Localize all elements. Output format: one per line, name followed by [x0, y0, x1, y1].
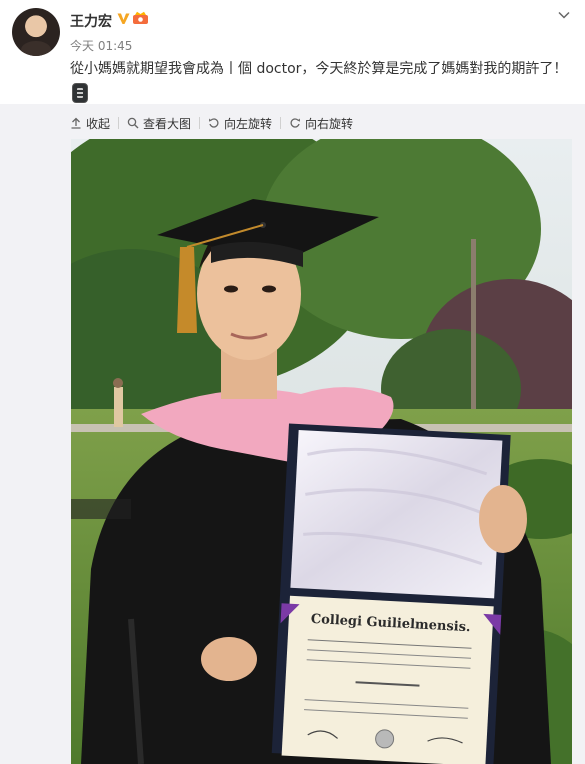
- graduation-photo: Collegi Guilielmensis.: [71, 139, 572, 764]
- toolbar-divider: [118, 117, 120, 129]
- toolbar-divider: [199, 117, 201, 129]
- post-text: 從小媽媽就期望我會成為丨個 doctor，今天終於算是完成了媽媽對我的期許了！: [70, 61, 568, 77]
- rotate-left-label: 向左旋转: [224, 116, 273, 131]
- media-toolbar: 收起 查看大图 向左旋转 向右旋转: [70, 113, 353, 133]
- username-link[interactable]: 王力宏: [70, 11, 112, 31]
- rotate-left-icon: [209, 118, 219, 128]
- view-large-button[interactable]: 查看大图: [127, 115, 191, 132]
- weibo-post: 王力宏 今天 01:45 從小媽媽就期望我會成為丨個 doctor，今天終於算是…: [0, 0, 585, 764]
- post-photo[interactable]: Collegi Guilielmensis.: [71, 139, 572, 764]
- rotate-right-icon: [290, 118, 301, 128]
- rotate-right-button[interactable]: 向右旋转: [289, 115, 353, 132]
- member-badge-icon[interactable]: [132, 11, 149, 25]
- collapse-arrow-icon: [71, 117, 81, 129]
- rotate-right-label: 向右旋转: [305, 116, 354, 131]
- view-large-label: 查看大图: [143, 116, 192, 131]
- avatar[interactable]: [12, 8, 60, 56]
- toolbar-divider: [280, 117, 282, 129]
- chevron-down-icon[interactable]: [557, 8, 571, 22]
- rotate-left-button[interactable]: 向左旋转: [208, 115, 272, 132]
- collapse-button[interactable]: 收起: [70, 115, 110, 132]
- image-thumbnail[interactable]: [72, 83, 88, 103]
- verified-v-icon: [117, 13, 130, 24]
- post-timestamp[interactable]: 今天 01:45: [70, 37, 132, 54]
- collapse-label: 收起: [86, 116, 111, 131]
- magnifier-icon: [127, 117, 139, 129]
